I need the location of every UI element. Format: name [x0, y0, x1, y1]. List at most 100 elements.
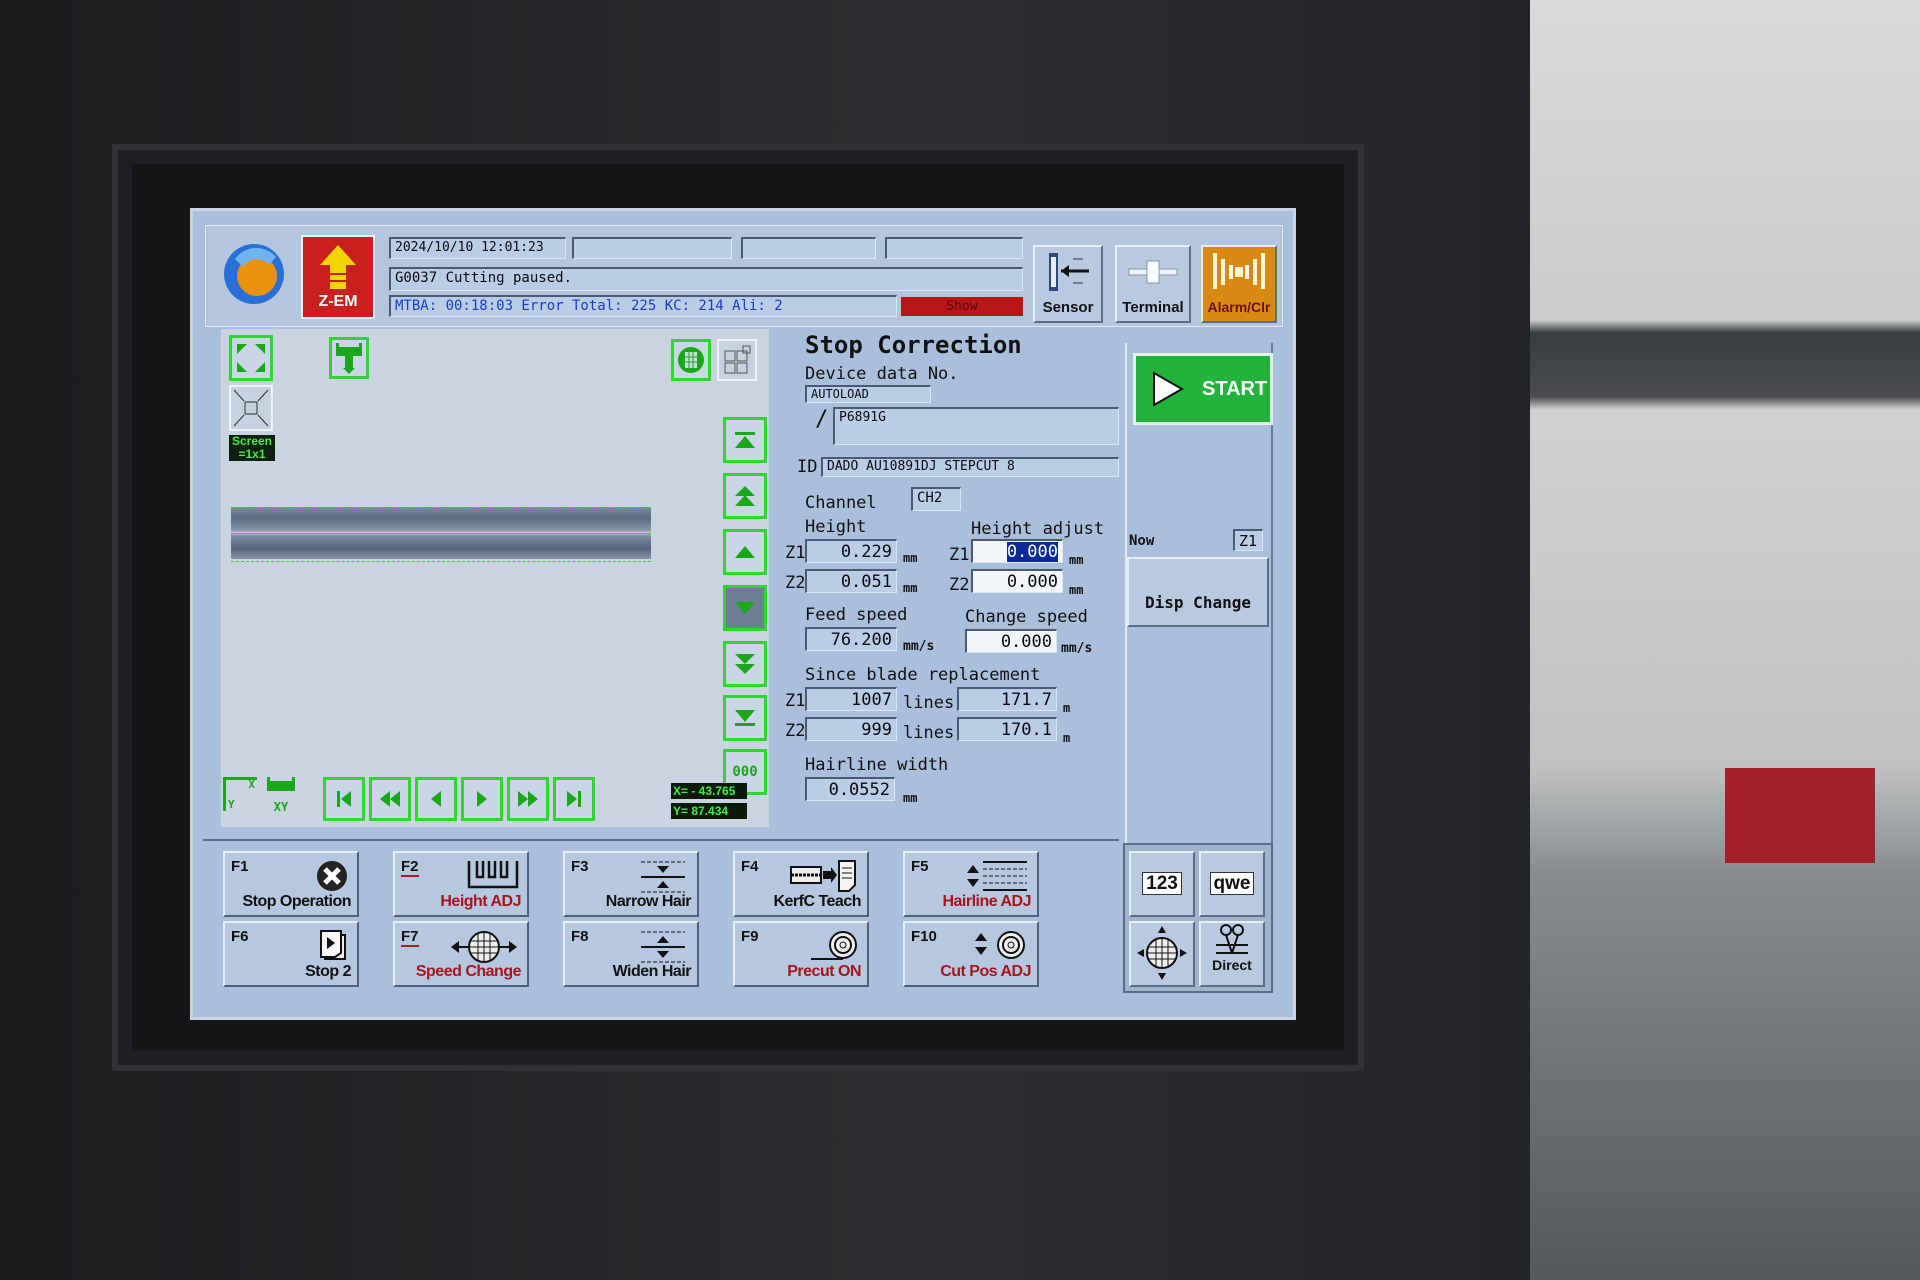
f10-cut-pos-adj-button[interactable]: F10 Cut Pos ADJ: [903, 921, 1039, 987]
f8-key-label: F8: [571, 928, 589, 945]
f4-label: KerfC Teach: [773, 893, 861, 910]
first-button[interactable]: [323, 777, 365, 821]
f2-key-label: F2: [401, 858, 419, 877]
height-z1-unit: mm: [903, 551, 918, 565]
spindle-button[interactable]: [329, 337, 369, 379]
terminal-label: Terminal: [1122, 299, 1184, 316]
height-z2-unit: mm: [903, 581, 918, 595]
direct-button[interactable]: Direct: [1199, 921, 1265, 987]
f6-label: Stop 2: [305, 963, 351, 980]
shrink-view-button[interactable]: [229, 385, 273, 431]
device-data-field[interactable]: AUTOLOAD: [805, 385, 931, 403]
cut-pos-icon: [975, 931, 1025, 959]
xy-label: XY: [273, 800, 289, 814]
disco-logo-icon[interactable]: [221, 239, 287, 309]
height-z1-value: 0.229: [805, 539, 897, 563]
previous-button[interactable]: [415, 777, 457, 821]
move-up-fast-button[interactable]: [723, 473, 767, 519]
narrow-hairline-icon: [641, 861, 685, 893]
id-field[interactable]: DADO AU10891DJ STEPCUT 8: [821, 457, 1119, 477]
f7-speed-change-button[interactable]: F7 Speed Change: [393, 921, 529, 987]
f5-hairline-adj-button[interactable]: F5 Hairline ADJ: [903, 851, 1039, 917]
device-data-label: Device data No.: [805, 364, 959, 384]
f9-label: Precut ON: [787, 963, 861, 980]
hairline-width-value: 0.0552: [805, 777, 895, 801]
right-icon: [477, 791, 487, 807]
blade-replacement-label: Since blade replacement: [805, 665, 1041, 685]
kerf-teach-icon: [790, 860, 856, 892]
background-red-panel: [1725, 768, 1875, 863]
device-slash: /: [815, 407, 829, 432]
feed-speed-value: 76.200: [805, 627, 897, 651]
status-box-1: [572, 237, 732, 259]
hairline-width-label: Hairline width: [805, 755, 949, 775]
hairline-lower: [231, 561, 651, 562]
stop-x-icon: [317, 861, 347, 891]
f8-widen-hair-button[interactable]: F8 Widen Hair: [563, 921, 699, 987]
sensor-icon: [1049, 253, 1089, 291]
spindle-icon: [336, 343, 362, 374]
start-button[interactable]: START: [1133, 353, 1273, 425]
z-em-button[interactable]: Z-EM: [301, 235, 375, 319]
camera-view[interactable]: [221, 329, 769, 827]
multi-view-button[interactable]: [717, 339, 757, 381]
up-icon: [735, 546, 755, 558]
f6-key-label: F6: [231, 928, 249, 945]
rewind-button[interactable]: [369, 777, 411, 821]
f4-kerfc-teach-button[interactable]: F4 KerfC Teach: [733, 851, 869, 917]
feed-speed-unit: mm/s: [903, 639, 935, 654]
start-label: START: [1202, 377, 1268, 400]
blade-dist-z1: 171.7: [957, 687, 1057, 711]
fast-forward-button[interactable]: [507, 777, 549, 821]
channel-field[interactable]: CH2: [911, 487, 961, 511]
change-speed-input[interactable]: 0.000: [965, 629, 1057, 653]
move-down-button[interactable]: [723, 585, 767, 631]
height-adjust-z1-input[interactable]: 0.000: [971, 539, 1063, 563]
move-down-fast-button[interactable]: [723, 641, 767, 687]
f3-narrow-hair-button[interactable]: F3 Narrow Hair: [563, 851, 699, 917]
status-box-3: [885, 237, 1023, 259]
height-z1-label: Z1: [785, 543, 806, 563]
height-adjust-z2-input[interactable]: 0.000: [971, 569, 1063, 593]
alarm-clear-button[interactable]: Alarm/Clr: [1201, 245, 1277, 323]
f6-stop-2-button[interactable]: F6 Stop 2: [223, 921, 359, 987]
expand-view-button[interactable]: [229, 335, 273, 381]
xy-move-button[interactable]: XY: [263, 777, 299, 817]
adjust-z1-unit: mm: [1069, 553, 1084, 567]
f2-height-adj-button[interactable]: F2 Height ADJ: [393, 851, 529, 917]
f2-label: Height ADJ: [440, 893, 521, 910]
f7-key-label: F7: [401, 928, 419, 947]
blade-z2-label: Z2: [785, 721, 806, 741]
sensor-button[interactable]: Sensor: [1033, 245, 1103, 323]
hairline-center: [231, 533, 651, 534]
terminal-button[interactable]: Terminal: [1115, 245, 1191, 323]
now-value: Z1: [1233, 529, 1263, 551]
move-bottom-button[interactable]: [723, 695, 767, 741]
axis-toggle-button[interactable]: X Y: [223, 777, 257, 811]
numeric-keypad-button[interactable]: 123: [1129, 851, 1195, 917]
device-sub-field[interactable]: P6891G: [833, 407, 1119, 445]
adjust-z2-label: Z2: [949, 575, 970, 595]
f1-stop-operation-button[interactable]: F1 Stop Operation: [223, 851, 359, 917]
wafer-move-button[interactable]: [1129, 921, 1195, 987]
down-icon: [735, 602, 755, 614]
last-button[interactable]: [553, 777, 595, 821]
move-up-button[interactable]: [723, 529, 767, 575]
wafer-icon: [678, 347, 704, 373]
hairline-width-unit: mm: [903, 791, 918, 805]
alarm-icon: [1213, 253, 1265, 289]
f9-precut-on-button[interactable]: F9 Precut ON: [733, 921, 869, 987]
show-button[interactable]: Show: [901, 297, 1023, 316]
blade-roll-icon: [811, 931, 857, 960]
wafer-view-button[interactable]: [671, 339, 711, 381]
f3-key-label: F3: [571, 858, 589, 875]
stop2-page-icon: [320, 930, 346, 960]
z-em-label: Z-EM: [318, 293, 358, 310]
change-speed-label: Change speed: [965, 607, 1088, 627]
move-top-button[interactable]: [723, 417, 767, 463]
alpha-keyboard-button[interactable]: qwe: [1199, 851, 1265, 917]
blade-z1-label: Z1: [785, 691, 806, 711]
disp-change-button[interactable]: Disp Change: [1127, 557, 1269, 627]
blade-lines-z2-unit: lines: [903, 723, 955, 743]
next-button[interactable]: [461, 777, 503, 821]
